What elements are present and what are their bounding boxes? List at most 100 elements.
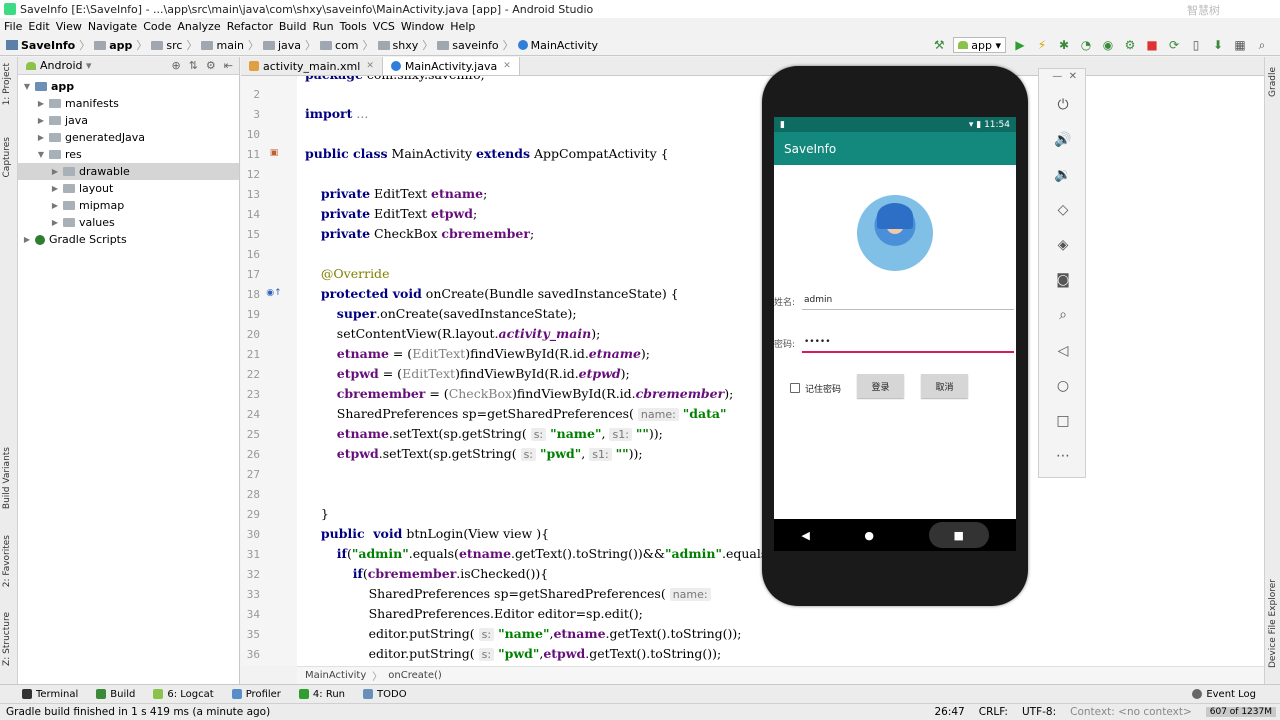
tool-build[interactable]: Build — [96, 689, 135, 700]
debug-icon[interactable]: ✱ — [1056, 37, 1072, 53]
rotate-right-icon[interactable]: ◈ — [1051, 233, 1075, 257]
tree-item-generatedjava[interactable]: ▶ generatedJava — [18, 129, 239, 146]
menu-navigate[interactable]: Navigate — [88, 20, 143, 33]
close-icon[interactable]: ✕ — [503, 61, 511, 71]
tab-mainactivity-java[interactable]: MainActivity.java ✕ — [382, 57, 520, 75]
tab-structure[interactable]: Z: Structure — [2, 612, 12, 666]
crumb-saveinfo[interactable]: saveinfo 〉 — [437, 37, 514, 53]
sync-icon[interactable]: ⟳ — [1166, 37, 1182, 53]
tree-item-mipmap[interactable]: ▶ mipmap — [18, 197, 239, 214]
tool-logcat[interactable]: 6: Logcat — [153, 689, 214, 700]
file-encoding[interactable]: UTF-8: — [1022, 706, 1056, 718]
tool-run[interactable]: 4: Run — [298, 689, 345, 700]
home-icon[interactable]: ○ — [1051, 374, 1075, 398]
name-input[interactable]: admin — [804, 295, 832, 305]
activity-gutter-icon[interactable]: ▣ — [264, 148, 284, 162]
cancel-button[interactable]: 取消 — [921, 374, 968, 398]
menu-code[interactable]: Code — [143, 20, 177, 33]
volume-up-icon[interactable]: 🔊 — [1051, 128, 1075, 152]
attach-debugger-icon[interactable]: ◉ — [1100, 37, 1116, 53]
crumb-shxy[interactable]: shxy 〉 — [377, 37, 433, 53]
menu-file[interactable]: File — [4, 20, 28, 33]
code-line[interactable]: etpwd = (EditText)findViewById(R.id.etpw… — [305, 364, 630, 384]
tab-project[interactable]: 1: Project — [2, 63, 12, 105]
line-separator[interactable]: CRLF: — [979, 706, 1008, 718]
menu-view[interactable]: View — [56, 20, 88, 33]
tree-item-app[interactable]: ▼ app — [18, 78, 239, 95]
tab-build-variants[interactable]: Build Variants — [2, 447, 12, 509]
password-input[interactable]: ••••• — [804, 337, 831, 347]
tree-item-manifests[interactable]: ▶ manifests — [18, 95, 239, 112]
code-line[interactable]: public void btnLogin(View view ){ — [305, 524, 549, 544]
search-icon[interactable]: ⌕ — [1254, 37, 1270, 53]
code-line[interactable]: SharedPreferences sp=getSharedPreference… — [305, 584, 711, 604]
run-icon[interactable]: ▶ — [1012, 37, 1028, 53]
code-line[interactable]: private CheckBox cbremember; — [305, 224, 534, 244]
tab-device-file-explorer[interactable]: Device File Explorer — [1268, 579, 1278, 668]
project-view-mode[interactable]: Android — [40, 59, 83, 72]
avd-manager-icon[interactable]: ▯ — [1188, 37, 1204, 53]
target-icon[interactable]: ⊕ — [171, 59, 180, 72]
memory-indicator[interactable]: 607 of 1237M — [1205, 707, 1276, 717]
collapse-icon[interactable]: ⇅ — [189, 59, 198, 72]
volume-down-icon[interactable]: 🔉 — [1051, 163, 1075, 187]
profile-icon[interactable]: ◔ — [1078, 37, 1094, 53]
home-icon[interactable]: ● — [864, 529, 874, 542]
remember-checkbox[interactable] — [790, 383, 800, 393]
tool-todo[interactable]: TODO — [363, 689, 407, 700]
emulator-screen[interactable]: ▮ ▾ ▮ 11:54 SaveInfo 姓名: admin 密码: •••••… — [774, 117, 1016, 551]
power-icon[interactable]: ⏻ — [1051, 93, 1075, 117]
run-config-select[interactable]: app ▾ — [953, 37, 1006, 53]
code-line[interactable]: private EditText etpwd; — [305, 204, 477, 224]
code-line[interactable]: public class MainActivity extends AppCom… — [305, 144, 669, 164]
code-line[interactable]: setContentView(R.layout.activity_main); — [305, 324, 601, 344]
code-line[interactable]: SharedPreferences sp=getSharedPreference… — [305, 404, 727, 424]
code-line[interactable]: if(cbremember.isChecked()){ — [305, 564, 549, 584]
tab-favorites[interactable]: 2: Favorites — [2, 535, 12, 587]
code-line[interactable]: package com.shxy.saveinfo; — [305, 76, 485, 85]
code-line[interactable]: @Override — [305, 264, 390, 284]
recents-icon[interactable]: ■ — [953, 529, 963, 542]
code-line[interactable]: SharedPreferences.Editor editor=sp.edit(… — [305, 604, 643, 624]
code-line[interactable]: import ... — [305, 104, 368, 124]
code-line[interactable]: } — [305, 504, 329, 524]
menu-vcs[interactable]: VCS — [373, 20, 401, 33]
hammer-icon[interactable]: ⚒ — [931, 37, 947, 53]
close-icon[interactable]: ✕ — [1069, 71, 1077, 82]
crumb-src[interactable]: src 〉 — [151, 37, 197, 53]
tree-item-java[interactable]: ▶ java — [18, 112, 239, 129]
code-line[interactable]: editor.putString( s: "name",etname.getTe… — [305, 624, 742, 644]
tree-item-values[interactable]: ▶ values — [18, 214, 239, 231]
code-line[interactable]: cbremember = (CheckBox)findViewById(R.id… — [305, 384, 734, 404]
tab-captures[interactable]: Captures — [2, 137, 12, 177]
tab-gradle[interactable]: Gradle — [1268, 67, 1278, 97]
rotate-left-icon[interactable]: ◇ — [1051, 198, 1075, 222]
code-line[interactable]: etpwd.setText(sp.getString( s: "pwd", s1… — [305, 444, 643, 464]
menu-run[interactable]: Run — [313, 20, 340, 33]
apply-changes-icon[interactable]: ⚡ — [1034, 37, 1050, 53]
crumb-java[interactable]: java 〉 — [262, 37, 316, 53]
menu-analyze[interactable]: Analyze — [177, 20, 226, 33]
overview-icon[interactable]: □ — [1051, 409, 1075, 433]
project-structure-icon[interactable]: ▦ — [1232, 37, 1248, 53]
tree-item-res[interactable]: ▼ res — [18, 146, 239, 163]
menu-build[interactable]: Build — [279, 20, 313, 33]
crumb-mainactivity[interactable]: MainActivity — [517, 39, 598, 52]
coverage-icon[interactable]: ⚙ — [1122, 37, 1138, 53]
tool-event-log[interactable]: Event Log — [1192, 689, 1256, 700]
tree-item-layout[interactable]: ▶ layout — [18, 180, 239, 197]
zoom-icon[interactable]: ⌕ — [1051, 303, 1075, 327]
gear-icon[interactable]: ⚙ — [206, 59, 216, 72]
camera-icon[interactable]: ◙ — [1051, 268, 1075, 292]
menu-help[interactable]: Help — [450, 20, 481, 33]
menu-window[interactable]: Window — [401, 20, 450, 33]
tool-terminal[interactable]: Terminal — [22, 689, 78, 700]
code-line[interactable]: etname.setText(sp.getString( s: "name", … — [305, 424, 663, 444]
crumb-project[interactable]: SaveInfo 〉 — [6, 37, 90, 53]
crumb-main[interactable]: main 〉 — [201, 37, 259, 53]
code-line[interactable]: super.onCreate(savedInstanceState); — [305, 304, 577, 324]
menu-refactor[interactable]: Refactor — [227, 20, 279, 33]
minimize-icon[interactable]: — — [1052, 71, 1062, 82]
tool-profiler[interactable]: Profiler — [231, 689, 281, 700]
breadcrumb-method[interactable]: onCreate() — [388, 670, 442, 681]
